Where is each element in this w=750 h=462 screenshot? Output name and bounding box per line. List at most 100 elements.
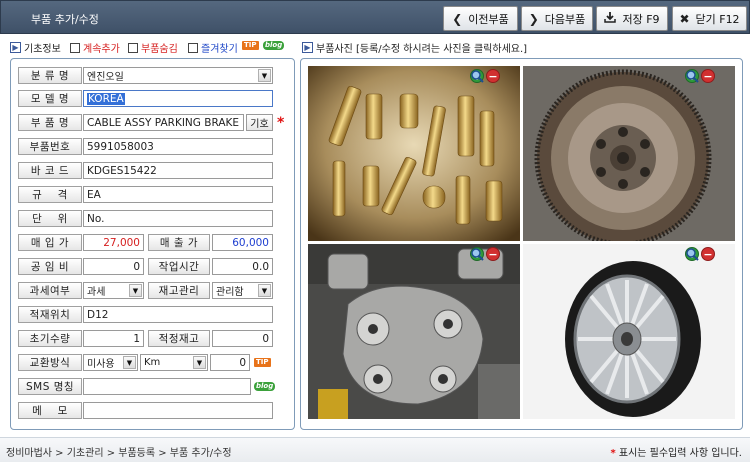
work-time-input[interactable]: 0.0	[212, 258, 273, 275]
sms-blog-badge[interactable]: blog	[254, 382, 276, 391]
close-button[interactable]: ✖ 닫기 F12	[672, 6, 747, 31]
barcode-label: 바 코 드	[18, 162, 82, 179]
arrow-right-icon: ▶	[302, 42, 313, 53]
basic-info-label: 기초정보	[24, 44, 61, 55]
model-input[interactable]: KOREA	[83, 90, 273, 107]
tip-badge[interactable]: TIP	[242, 41, 259, 50]
part-name-input[interactable]: CABLE ASSY PARKING BRAKE	[83, 114, 244, 131]
exchange-mode-value: 미사용	[87, 359, 115, 370]
purchase-price-label: 매 입 가	[18, 234, 82, 251]
continue-add-label: 계속추가	[83, 44, 120, 55]
category-value: 엔진오일	[87, 72, 124, 83]
exchange-unit-value: Km	[144, 357, 161, 368]
stock-mgmt-select[interactable]: 관리함 ▼	[212, 282, 273, 299]
favorite-label: 즐겨찾기	[201, 44, 238, 55]
zoom-icon[interactable]	[471, 69, 516, 83]
basic-info-toggle[interactable]: ▶ 기초정보	[10, 40, 61, 55]
location-input[interactable]: D12	[83, 306, 273, 323]
barcode-input[interactable]: KDGES15422	[83, 162, 273, 179]
alloy-wheel-photo[interactable]: + −	[523, 244, 735, 419]
exchange-unit-select[interactable]: Km ▼	[140, 354, 208, 371]
chevron-right-icon: ❯	[528, 11, 539, 26]
stock-mgmt-label: 재고관리	[148, 282, 210, 299]
tax-select[interactable]: 과세 ▼	[83, 282, 144, 299]
proper-stock-label: 적정재고	[148, 330, 210, 347]
part-number-input[interactable]: 5991058003	[83, 138, 273, 155]
model-value: KOREA	[87, 92, 125, 105]
download-icon	[604, 11, 617, 26]
spec-label: 규 격	[18, 186, 82, 203]
photo-tools: + −	[470, 247, 516, 261]
category-label: 분 류 명	[18, 67, 82, 84]
exchange-value-input[interactable]: 0	[210, 354, 250, 371]
hide-part-label: 부품숨김	[141, 44, 178, 55]
photo-hint: ▶ 부품사진 [등록/수정 하시려는 사진을 클릭하세요.]	[302, 40, 527, 55]
category-select[interactable]: 엔진오일 ▼	[83, 67, 273, 84]
memo-label: 메 모	[18, 402, 82, 419]
location-label: 적재위치	[18, 306, 82, 323]
required-note-text: 표시는 필수입력 사항 입니다.	[618, 448, 742, 459]
photo-panel: + − + −	[300, 58, 743, 430]
prev-part-label: 이전부품	[468, 12, 509, 26]
remove-photo-icon[interactable]: −	[486, 247, 500, 261]
labor-cost-label: 공 임 비	[18, 258, 82, 275]
flywheel-photo[interactable]: + −	[523, 66, 735, 241]
prev-part-button[interactable]: ❮ 이전부품	[443, 6, 518, 31]
proper-stock-input[interactable]: 0	[212, 330, 273, 347]
save-label: 저장 F9	[622, 12, 660, 26]
brass-fittings-photo[interactable]: + −	[308, 66, 520, 241]
hide-part-checkbox[interactable]: 부품숨김	[128, 40, 178, 55]
photo-tools: + −	[685, 69, 731, 83]
next-part-button[interactable]: ❯ 다음부품	[521, 6, 593, 31]
work-time-label: 작업시간	[148, 258, 210, 275]
arrow-right-icon: ▶	[10, 42, 21, 53]
stock-mgmt-value: 관리함	[216, 287, 244, 298]
remove-photo-icon[interactable]: −	[486, 69, 500, 83]
sale-price-label: 매 출 가	[148, 234, 210, 251]
purchase-price-input[interactable]: 27,000	[83, 234, 144, 251]
symbol-button[interactable]: 기호	[246, 114, 273, 131]
zoom-icon[interactable]	[686, 69, 731, 83]
part-number-label: 부품번호	[18, 138, 82, 155]
sms-name-input[interactable]	[83, 378, 251, 395]
chevron-down-icon: ▼	[258, 69, 271, 82]
chevron-down-icon: ▼	[193, 356, 206, 369]
remove-photo-icon[interactable]: −	[701, 69, 715, 83]
save-button[interactable]: 저장 F9	[596, 6, 668, 31]
status-bar: 정비마법사 > 기초관리 > 부품등록 > 부품 추가/수정 * 표시는 필수입…	[0, 437, 750, 462]
title-bar: 부품 추가/수정 ❮ 이전부품 ❯ 다음부품 저장 F9 ✖ 닫기 F12	[0, 0, 750, 34]
required-note: * 표시는 필수입력 사항 입니다.	[610, 444, 742, 459]
tax-label: 과세여부	[18, 282, 82, 299]
zoom-icon[interactable]	[471, 247, 516, 261]
next-part-label: 다음부품	[544, 12, 586, 26]
remove-photo-icon[interactable]: −	[701, 247, 715, 261]
sale-price-input[interactable]: 60,000	[212, 234, 273, 251]
info-bar: ▶ 기초정보 계속추가 부품숨김 즐겨찾기 TIP blog ▶ 부품사진 [등…	[0, 36, 750, 56]
initial-qty-label: 초기수량	[18, 330, 82, 347]
spec-input[interactable]: EA	[83, 186, 273, 203]
memo-input[interactable]	[83, 402, 273, 419]
exchange-mode-select[interactable]: 미사용 ▼	[83, 354, 138, 371]
breadcrumb: 정비마법사 > 기초관리 > 부품등록 > 부품 추가/수정	[6, 448, 232, 459]
labor-cost-input[interactable]: 0	[83, 258, 144, 275]
blog-badge[interactable]: blog	[263, 41, 285, 50]
unit-input[interactable]: No.	[83, 210, 273, 227]
photo-hint-label: 부품사진 [등록/수정 하시려는 사진을 클릭하세요.]	[316, 44, 528, 55]
chevron-down-icon: ▼	[129, 284, 142, 297]
photo-tools: + −	[685, 247, 731, 261]
close-label: 닫기 F12	[695, 12, 740, 26]
unit-label: 단 위	[18, 210, 82, 227]
sms-name-label: SMS 명칭	[18, 378, 82, 395]
favorite-checkbox[interactable]: 즐겨찾기	[188, 40, 238, 55]
photo-tools: + −	[470, 69, 516, 83]
continue-add-checkbox[interactable]: 계속추가	[70, 40, 120, 55]
initial-qty-input[interactable]: 1	[83, 330, 144, 347]
close-icon: ✖	[679, 11, 690, 26]
exchange-tip-badge[interactable]: TIP	[254, 358, 271, 367]
required-mark: *	[277, 115, 285, 131]
engine-pump-photo[interactable]: + −	[308, 244, 520, 419]
exchange-label: 교환방식	[18, 354, 82, 371]
model-label: 모 델 명	[18, 90, 82, 107]
zoom-icon[interactable]	[686, 247, 731, 261]
checkbox-icon	[188, 42, 198, 53]
